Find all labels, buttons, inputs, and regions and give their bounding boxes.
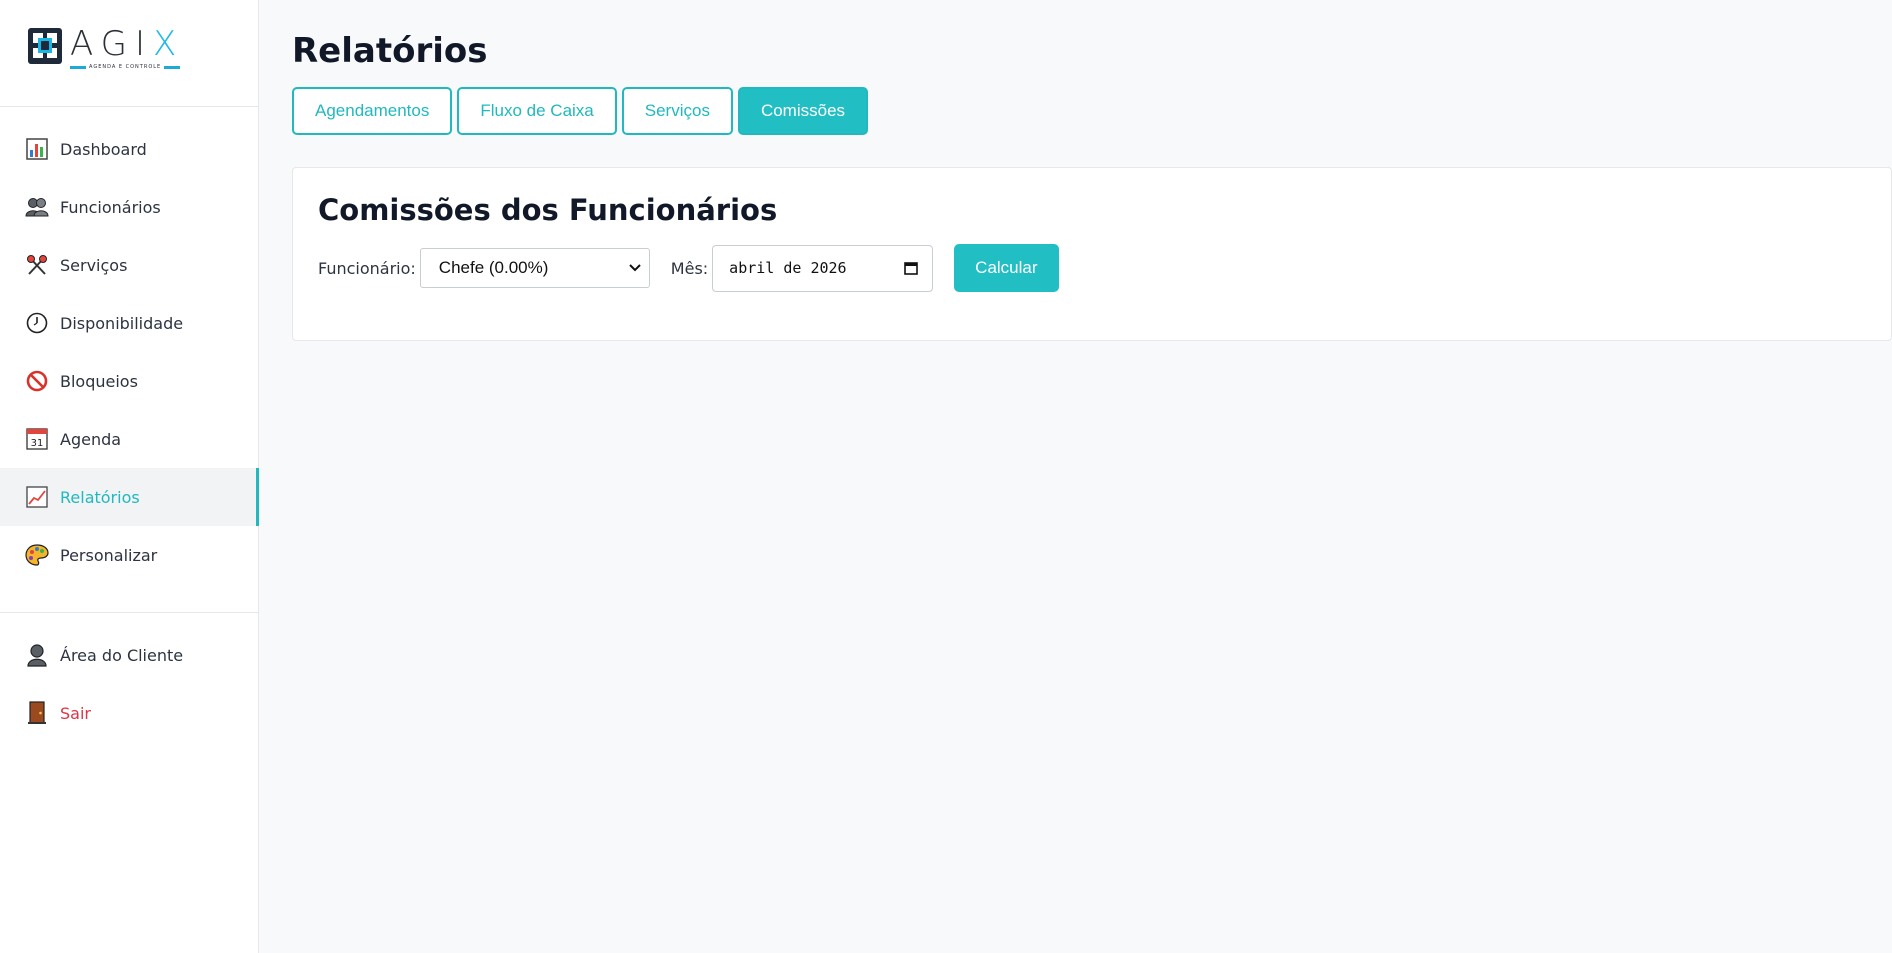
sidebar-item-bloqueios[interactable]: Bloqueios bbox=[0, 352, 258, 410]
calculate-button[interactable]: Calcular bbox=[954, 244, 1059, 292]
sidebar-nav: Dashboard Funcionários Serviços Disponib… bbox=[0, 107, 259, 584]
sidebar-item-label: Bloqueios bbox=[60, 371, 138, 391]
sidebar: AGIX AGENDA E CONTROLE Dashboard Funcion… bbox=[0, 0, 259, 953]
month-input-value: abril de 2026 bbox=[729, 259, 847, 277]
sidebar-item-agenda[interactable]: 31 Agenda bbox=[0, 410, 258, 468]
person-icon bbox=[25, 643, 49, 667]
employee-select-value: Chefe (0.00%) bbox=[438, 258, 549, 277]
sidebar-item-label: Agenda bbox=[60, 429, 122, 449]
employee-select[interactable]: Chefe (0.00%) bbox=[419, 248, 650, 288]
sidebar-item-relatorios[interactable]: Relatórios bbox=[0, 468, 259, 526]
sidebar-item-label: Dashboard bbox=[60, 139, 147, 159]
sidebar-item-label: Disponibilidade bbox=[60, 313, 184, 333]
sidebar-item-servicos[interactable]: Serviços bbox=[0, 236, 258, 294]
clock-icon bbox=[25, 311, 49, 335]
users-icon bbox=[25, 195, 49, 219]
commissions-title: Comissões dos Funcionários bbox=[318, 193, 778, 227]
employee-label: Funcionário: bbox=[318, 258, 416, 278]
line-chart-icon bbox=[25, 485, 49, 509]
bar-chart-icon bbox=[25, 137, 49, 161]
sidebar-item-funcionarios[interactable]: Funcionários bbox=[0, 178, 258, 236]
month-label: Mês: bbox=[670, 258, 709, 278]
commissions-filters: Funcionário: Chefe (0.00%) Mês: abril de… bbox=[318, 244, 1866, 292]
sidebar-item-label: Personalizar bbox=[60, 545, 158, 565]
sidebar-item-area-do-cliente[interactable]: Área do Cliente bbox=[0, 626, 258, 684]
brand-name-x: X bbox=[153, 24, 185, 64]
sidebar-item-disponibilidade[interactable]: Disponibilidade bbox=[0, 294, 258, 352]
tab-fluxo-de-caixa[interactable]: Fluxo de Caixa bbox=[457, 87, 617, 135]
calendar-day: 31 bbox=[31, 438, 44, 449]
scissors-icon bbox=[25, 253, 49, 277]
commissions-card: Comissões dos Funcionários Funcionário: … bbox=[292, 167, 1892, 341]
tab-comissoes[interactable]: Comissões bbox=[737, 87, 869, 135]
sidebar-item-label: Relatórios bbox=[60, 487, 140, 507]
sidebar-footer-nav: Área do Cliente Sair bbox=[0, 626, 258, 742]
chevron-down-icon bbox=[629, 264, 641, 272]
sidebar-item-dashboard[interactable]: Dashboard bbox=[0, 120, 258, 178]
sidebar-item-sair[interactable]: Sair bbox=[0, 684, 258, 742]
brand-name: AGI bbox=[70, 24, 154, 64]
sidebar-item-label: Área do Cliente bbox=[60, 645, 184, 665]
prohibited-icon bbox=[25, 369, 49, 393]
tab-servicos[interactable]: Serviços bbox=[621, 87, 733, 135]
door-icon bbox=[25, 701, 49, 725]
palette-icon bbox=[25, 543, 49, 567]
sidebar-item-label: Serviços bbox=[60, 255, 128, 275]
sidebar-item-label: Sair bbox=[60, 703, 91, 723]
page-title: Relatórios bbox=[292, 31, 488, 71]
sidebar-divider bbox=[0, 612, 258, 613]
sidebar-item-personalizar[interactable]: Personalizar bbox=[0, 526, 258, 584]
brand-tagline: AGENDA E CONTROLE bbox=[89, 64, 162, 70]
brand-logo[interactable]: AGIX AGENDA E CONTROLE bbox=[0, 0, 258, 107]
calendar-picker-icon[interactable] bbox=[904, 261, 918, 275]
tab-agendamentos[interactable]: Agendamentos bbox=[292, 87, 453, 135]
sidebar-item-label: Funcionários bbox=[60, 197, 161, 217]
calendar-icon: 31 bbox=[25, 427, 49, 451]
report-tabs: Agendamentos Fluxo de Caixa Serviços Com… bbox=[292, 87, 1892, 135]
logo-mark-icon bbox=[28, 28, 62, 64]
main-content: Relatórios Agendamentos Fluxo de Caixa S… bbox=[292, 0, 1892, 341]
month-input[interactable]: abril de 2026 bbox=[712, 244, 934, 292]
brand-wordmark: AGIX AGENDA E CONTROLE bbox=[70, 26, 184, 70]
